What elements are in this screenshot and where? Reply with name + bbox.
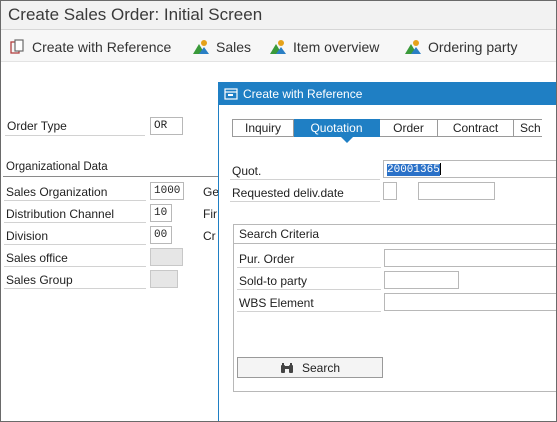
sales-org-field[interactable]: 1000 xyxy=(150,182,184,200)
req-deliv-date-underline xyxy=(230,201,380,202)
req-deliv-date-format-field[interactable] xyxy=(383,182,397,200)
org-data-divider xyxy=(3,176,218,177)
sales-group-field[interactable] xyxy=(150,270,178,288)
org-data-title: Organizational Data xyxy=(6,161,108,173)
sales-group-underline xyxy=(4,288,146,289)
req-deliv-date-field[interactable] xyxy=(418,182,495,200)
quotation-number-value: 20001365 xyxy=(387,163,440,176)
dialog-title: Create with Reference xyxy=(243,87,363,101)
ordering-party-icon xyxy=(405,40,421,54)
dist-channel-field[interactable]: 10 xyxy=(150,204,172,222)
sap-window: Create Sales Order: Initial Screen Creat… xyxy=(0,0,557,422)
sales-group-label: Sales Group xyxy=(6,273,73,287)
dist-channel-underline xyxy=(4,222,146,223)
sales-org-underline xyxy=(4,200,146,201)
quot-underline xyxy=(230,179,380,180)
window-title: Create Sales Order: Initial Screen xyxy=(8,5,263,24)
create-with-reference-button[interactable]: Create with Reference xyxy=(10,37,171,57)
sales-button[interactable]: Sales xyxy=(192,37,251,57)
binoculars-icon xyxy=(280,362,293,373)
application-toolbar: Create with Reference Sales Item overvie… xyxy=(1,30,556,62)
order-type-underline xyxy=(5,135,145,136)
reference-tabs: Inquiry Quotation Order Contract Sch xyxy=(232,119,542,137)
sold-to-underline xyxy=(237,289,381,290)
division-description: Cr xyxy=(203,229,216,243)
wbs-label: WBS Element xyxy=(239,296,314,310)
division-label: Division xyxy=(6,229,49,243)
sales-office-label: Sales office xyxy=(6,251,68,265)
pur-order-underline xyxy=(237,267,381,268)
tab-order[interactable]: Order xyxy=(380,119,438,137)
sales-icon xyxy=(193,40,209,54)
sold-to-field[interactable] xyxy=(384,271,459,289)
quotation-number-field[interactable]: 20001365 xyxy=(383,160,556,178)
tab-contract[interactable]: Contract xyxy=(438,119,514,137)
title-bar: Create Sales Order: Initial Screen xyxy=(1,1,556,30)
dist-channel-description: Fir xyxy=(203,207,217,221)
order-type-field[interactable]: OR xyxy=(150,117,183,135)
ordering-party-label: Ordering party xyxy=(428,39,518,55)
sales-label: Sales xyxy=(216,39,252,55)
pur-order-field[interactable] xyxy=(384,249,556,267)
search-button[interactable]: Search xyxy=(237,357,383,378)
create-with-reference-label: Create with Reference xyxy=(32,39,172,55)
create-with-reference-dialog: Create with Reference Inquiry Quotation … xyxy=(218,82,556,421)
pur-order-label: Pur. Order xyxy=(239,252,295,266)
search-criteria-divider xyxy=(234,243,556,244)
req-deliv-date-label: Requested deliv.date xyxy=(232,186,344,200)
active-tab-indicator xyxy=(341,137,353,143)
sold-to-label: Sold-to party xyxy=(239,274,308,288)
sales-org-label: Sales Organization xyxy=(6,185,108,199)
search-criteria-title: Search Criteria xyxy=(239,227,320,241)
text-cursor xyxy=(439,163,441,175)
quot-label: Quot. xyxy=(232,164,262,178)
division-underline xyxy=(4,244,146,245)
division-field[interactable]: 00 xyxy=(150,226,172,244)
search-button-label: Search xyxy=(301,360,341,375)
item-overview-icon xyxy=(270,40,286,54)
wbs-underline xyxy=(237,311,381,312)
sales-office-field[interactable] xyxy=(150,248,183,266)
item-overview-button[interactable]: Item overview xyxy=(269,37,379,57)
ordering-party-button[interactable]: Ordering party xyxy=(404,37,517,57)
tab-quotation[interactable]: Quotation xyxy=(294,119,380,137)
create-reference-icon xyxy=(10,39,24,54)
tab-scheduling-agreement[interactable]: Sch xyxy=(514,119,542,137)
wbs-field[interactable] xyxy=(384,293,556,311)
sales-org-description: Ge xyxy=(203,185,220,199)
dist-channel-label: Distribution Channel xyxy=(6,207,115,221)
sales-office-underline xyxy=(4,266,146,267)
item-overview-label: Item overview xyxy=(293,39,380,55)
tab-inquiry[interactable]: Inquiry xyxy=(232,119,294,137)
order-type-label: Order Type xyxy=(7,119,67,133)
dialog-title-bar[interactable]: Create with Reference xyxy=(219,83,556,105)
dialog-icon xyxy=(224,88,238,100)
